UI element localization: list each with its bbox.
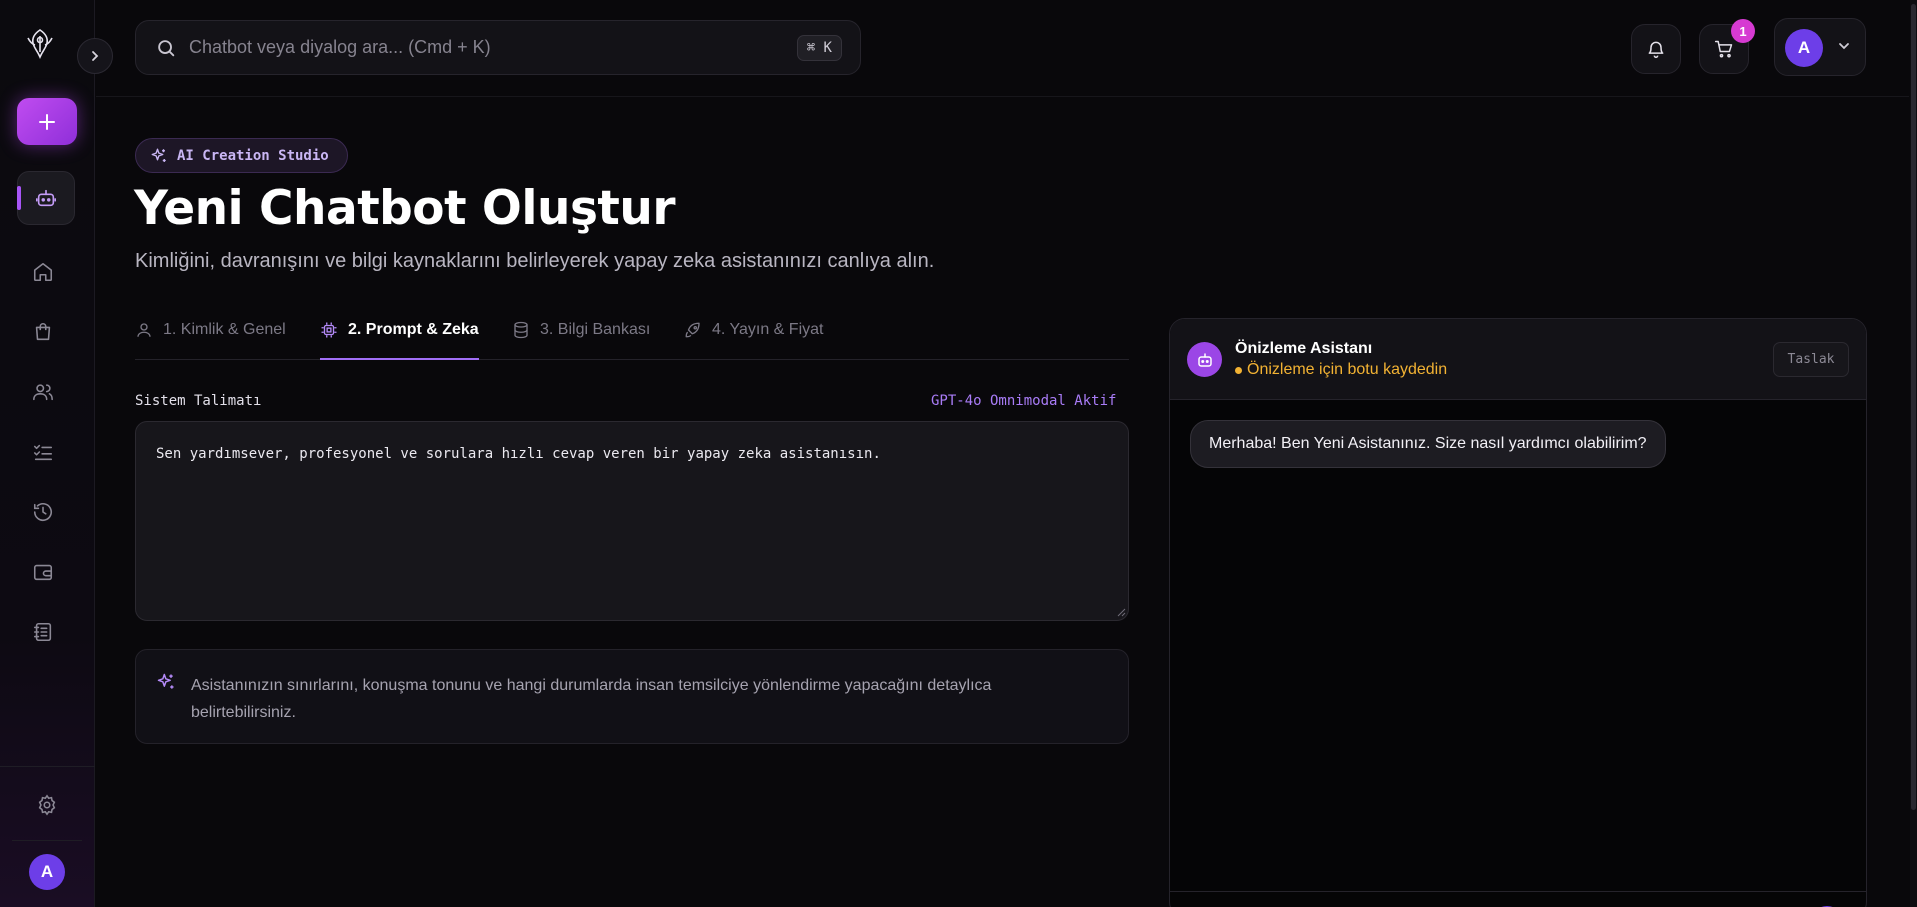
sidebar-item-home[interactable] <box>30 259 56 285</box>
sidebar-item-settings[interactable] <box>34 792 60 818</box>
cart-icon <box>1714 40 1733 58</box>
tab-label: 3. Bilgi Bankası <box>540 321 651 338</box>
preview-input-divider <box>1170 891 1866 892</box>
checklist-icon <box>33 444 53 461</box>
wallet-icon <box>33 564 53 581</box>
draft-badge: Taslak <box>1773 342 1849 377</box>
top-bar: ⌘ K 1 A <box>96 0 1909 97</box>
page-subtitle: Kimliğini, davranışını ve bilgi kaynakla… <box>135 250 935 272</box>
tab-label: 4. Yayın & Fiyat <box>712 321 824 338</box>
sidebar-item-tasks[interactable] <box>30 439 56 465</box>
preview-bot-avatar <box>1187 342 1222 377</box>
preview-status-text: Önizleme için botu kaydedin <box>1247 361 1448 378</box>
search-bar[interactable]: ⌘ K <box>135 20 861 75</box>
sidebar-item-history[interactable] <box>30 499 56 525</box>
scrollbar-thumb[interactable] <box>1911 4 1916 810</box>
sparkles-icon <box>157 673 174 689</box>
divider <box>0 766 95 767</box>
tab-prompt[interactable]: 2. Prompt & Zeka <box>320 314 479 360</box>
system-prompt-textarea[interactable]: Sen yardımsever, profesyonel ve sorulara… <box>135 421 1129 621</box>
home-icon <box>33 262 53 282</box>
sparkles-icon <box>151 148 166 162</box>
brand-logo-icon[interactable] <box>22 26 58 62</box>
users-icon <box>33 384 53 401</box>
sidebar-item-chatbots[interactable] <box>17 171 75 225</box>
sidebar-item-docs[interactable] <box>30 619 56 645</box>
history-icon <box>33 503 53 521</box>
search-input[interactable] <box>189 37 797 58</box>
resize-handle-icon[interactable] <box>1116 607 1126 617</box>
bot-icon <box>36 189 56 207</box>
hint-card: Asistanınızın sınırlarını, konuşma tonun… <box>135 649 1129 744</box>
chevron-down-icon <box>1839 43 1849 50</box>
cart-count-badge: 1 <box>1731 19 1755 43</box>
bot-icon <box>1197 352 1212 367</box>
page-title: Yeni Chatbot Oluştur <box>134 181 676 236</box>
page-scrollbar[interactable] <box>1910 0 1917 907</box>
tab-label: 1. Kimlik & Genel <box>163 321 286 338</box>
studio-badge-label: AI Creation Studio <box>177 147 329 164</box>
sidebar-item-store[interactable] <box>30 319 56 345</box>
new-chatbot-button[interactable] <box>17 98 77 145</box>
notifications-button[interactable] <box>1631 24 1681 74</box>
preview-status: Önizleme için botu kaydedin <box>1235 361 1447 379</box>
bot-message-bubble: Merhaba! Ben Yeni Asistanınız. Size nası… <box>1190 420 1666 468</box>
cart-button[interactable]: 1 <box>1699 19 1755 74</box>
divider <box>12 840 82 841</box>
sidebar-item-wallet[interactable] <box>30 559 56 585</box>
preview-panel: Önizleme Asistanı Önizleme için botu kay… <box>1169 318 1867 907</box>
rocket-icon <box>685 322 700 338</box>
tab-publish[interactable]: 4. Yayın & Fiyat <box>684 314 823 360</box>
sidebar-avatar[interactable]: A <box>29 854 65 890</box>
studio-badge: AI Creation Studio <box>135 138 348 173</box>
hint-text: Asistanınızın sınırlarını, konuşma tonun… <box>191 677 992 721</box>
preview-header: Önizleme Asistanı Önizleme için botu kay… <box>1170 319 1866 400</box>
notebook-icon <box>33 622 52 642</box>
chevron-right-icon <box>92 51 99 61</box>
user-icon <box>137 323 151 337</box>
gear-icon <box>38 794 56 816</box>
shopping-bag-icon <box>35 323 51 341</box>
bell-icon <box>1648 41 1664 59</box>
database-icon <box>514 321 528 339</box>
status-dot <box>1235 366 1242 374</box>
system-prompt-label: Sistem Talimatı <box>135 393 262 409</box>
active-indicator <box>17 186 21 210</box>
model-status-label: GPT-4o Omnimodal Aktif <box>931 393 1117 409</box>
tab-label: 2. Prompt & Zeka <box>348 321 479 338</box>
wizard-tabs: 1. Kimlik & Genel 2. Prompt & Zeka 3. Bi… <box>135 314 1129 360</box>
sidebar-item-users[interactable] <box>30 379 56 405</box>
plus-icon <box>39 113 55 130</box>
sidebar: A <box>0 0 95 907</box>
tab-identity[interactable]: 1. Kimlik & Genel <box>135 314 286 360</box>
tab-knowledge[interactable]: 3. Bilgi Bankası <box>512 314 650 360</box>
search-icon <box>158 39 175 56</box>
avatar: A <box>1785 29 1823 67</box>
shortcut-hint: ⌘ K <box>796 34 842 61</box>
profile-menu[interactable]: A <box>1774 18 1866 76</box>
cpu-icon <box>321 322 337 338</box>
preview-title: Önizleme Asistanı <box>1235 340 1373 357</box>
sidebar-expand-button[interactable] <box>77 38 113 74</box>
